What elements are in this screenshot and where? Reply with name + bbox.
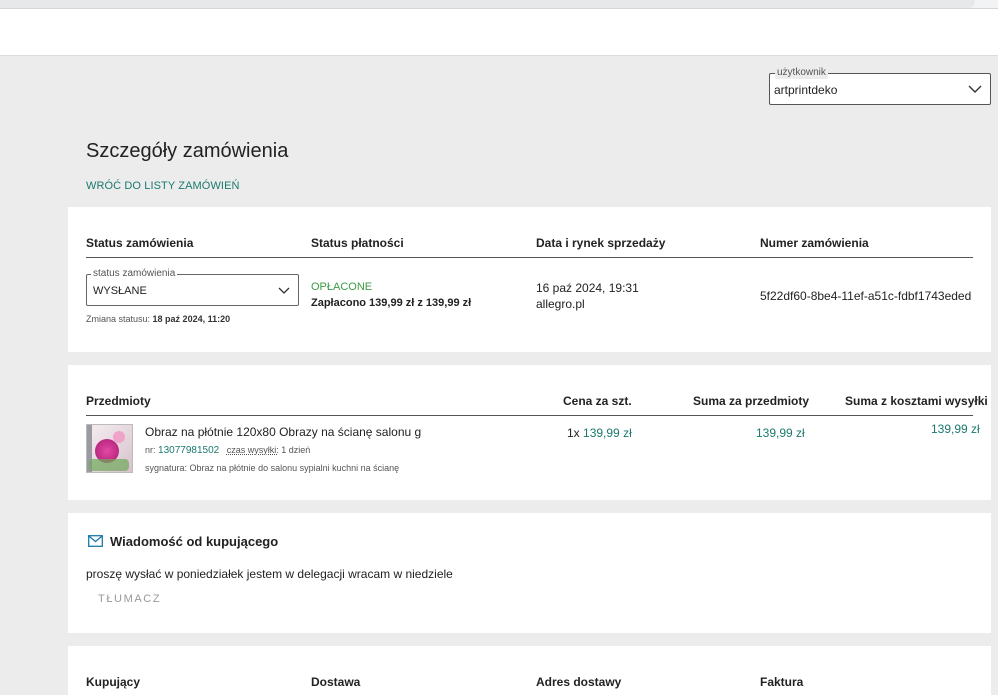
thumbnail-leaves [89,459,129,471]
item-unit-price: 1x 139,99 zł [567,426,632,440]
page-title: Szczegóły zamówienia [86,140,289,162]
item-unit-price-value: 139,99 zł [583,426,632,440]
buyer-message-card: Wiadomość od kupującego proszę wysłać w … [68,513,991,633]
header-address: Adres dostawy [536,675,622,689]
chevron-down-icon [968,85,982,93]
items-card: Przedmioty Cena za szt. Suma za przedmio… [68,365,991,500]
message-text: proszę wysłać w poniedziałek jestem w de… [86,567,453,581]
item-total: 139,99 zł [756,426,805,440]
mail-icon [88,535,103,547]
payment-state: OPŁACONE [311,281,373,293]
header-delivery: Dostawa [311,675,361,689]
status-change-date: 18 paź 2024, 11:20 [152,314,231,324]
header-order-status: Status zamówienia [86,236,194,250]
status-change-info: Zmiana statusu: 18 paź 2024, 11:20 [86,314,230,324]
translate-button[interactable]: TŁUMACZ [98,593,161,605]
item-meta: nr: 13077981502 czas wysyłki: 1 dzień [145,445,310,456]
header-invoice: Faktura [760,675,804,689]
header-divider [86,257,973,258]
user-select[interactable]: użytkownik artprintdeko [769,67,991,105]
item-nr-label: nr: [145,445,156,455]
order-status-select[interactable]: status zamówienia WYSŁANE [86,268,299,306]
order-info-card: Status zamówienia Status płatności Data … [68,207,991,352]
item-title[interactable]: Obraz na płótnie 120x80 Obrazy na ścianę… [145,425,421,439]
header-date-market: Data i rynek sprzedaży [536,236,666,250]
user-select-value: artprintdeko [774,83,838,97]
payment-detail: Zapłacono 139,99 zł z 139,99 zł [311,297,472,309]
item-thumbnail[interactable] [86,424,133,473]
item-qty-prefix: 1x [567,426,580,440]
order-number: 5f22df60-8be4-11ef-a51c-fdbf1743eded [760,289,972,303]
item-ship-time: 1 dzień [281,445,311,455]
back-to-orders-link[interactable]: WRÓĆ DO LISTY ZAMÓWIEŃ [86,180,240,192]
address-bar-strip [0,0,998,9]
item-ship-label: czas wysyłki: [226,445,279,455]
status-select-value: WYSŁANE [93,285,147,297]
header-divider [86,415,973,416]
user-select-legend: użytkownik [775,67,828,79]
header-payment-status: Status płatności [311,236,404,250]
sale-date: 16 paź 2024, 19:31 [536,281,639,295]
header-buyer: Kupujący [86,675,141,689]
status-change-label: Zmiana statusu: [86,314,151,324]
header-total-with-shipping: Suma z kosztami wysyłki [845,394,988,408]
header-items: Przedmioty [86,394,151,408]
chevron-down-icon [278,287,290,294]
address-bar-segment [0,0,975,8]
status-select-legend: status zamówienia [91,268,178,280]
item-signature: sygnatura: Obraz na płótnie do salonu sy… [145,463,400,473]
message-title: Wiadomość od kupującego [110,534,279,549]
browser-top-area [0,0,998,56]
header-order-number: Numer zamówienia [760,236,869,250]
item-nr-link[interactable]: 13077981502 [158,445,219,456]
buyer-delivery-card: Kupujący Dostawa Adres dostawy Faktura [68,646,991,695]
header-unit-price: Cena za szt. [563,394,632,408]
header-items-total: Suma za przedmioty [693,394,810,408]
sale-market: allegro.pl [536,297,585,311]
item-total-with-shipping: 139,99 zł [931,422,980,436]
